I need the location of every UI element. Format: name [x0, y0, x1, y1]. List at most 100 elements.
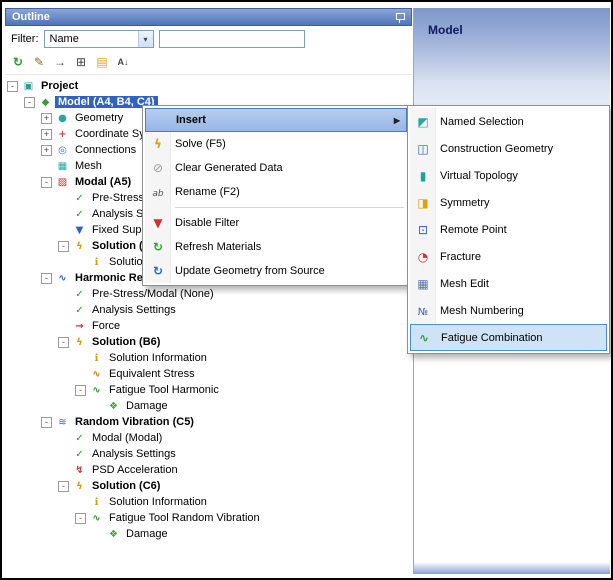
chevron-down-icon[interactable]: ▾ [138, 31, 153, 47]
tree-item-label: Random Vibration (C5) [72, 416, 197, 428]
insert-submenu: Named Selection Construction Geometry Vi… [407, 105, 610, 354]
context-menu-item[interactable]: Rename (F2) ▶ [145, 180, 407, 204]
filter-row: Filter: Name ▾ [5, 26, 412, 51]
submenu-item-label: Virtual Topology [440, 170, 601, 182]
rename-icon [147, 185, 169, 199]
tb-edit-icon[interactable] [30, 53, 48, 71]
tb-refresh-icon[interactable] [9, 53, 27, 71]
mesh-icon [55, 161, 70, 172]
context-menu-item[interactable]: Disable Filter ▶ [145, 211, 407, 235]
tree-item[interactable]: Damage [5, 398, 412, 414]
geometry-icon [55, 113, 70, 124]
check-icon [72, 433, 87, 444]
menu-item-label: Refresh Materials [175, 241, 401, 253]
tree-item-label: Analysis Settings [89, 304, 179, 316]
expander-icon[interactable] [41, 113, 52, 124]
submenu-item[interactable]: Virtual Topology [410, 162, 607, 189]
tree-item[interactable]: Project [5, 78, 412, 94]
submenu-item[interactable]: Fatigue Combination [410, 324, 607, 351]
tree-item[interactable]: Force [5, 318, 412, 334]
tree-item-label: Project [38, 80, 81, 92]
expander-icon[interactable] [7, 81, 18, 92]
coordsys-icon [55, 129, 70, 140]
filter-type-dropdown[interactable]: Name ▾ [44, 30, 154, 48]
tree-item[interactable]: Fatigue Tool Random Vibration [5, 510, 412, 526]
expander-icon[interactable] [58, 241, 69, 252]
named-selection-icon [412, 115, 434, 129]
expander-icon[interactable] [58, 337, 69, 348]
modal-icon [55, 177, 70, 188]
submenu-item-label: Fracture [440, 251, 601, 263]
tb-expand-icon[interactable] [72, 53, 90, 71]
menu-item-label: Clear Generated Data [175, 162, 401, 174]
submenu-item[interactable]: Symmetry [410, 189, 607, 216]
tree-item-label: Force [89, 320, 123, 332]
tree-item-label: Fatigue Tool Harmonic [106, 384, 222, 396]
tb-filter-icon[interactable] [51, 53, 69, 71]
disable-filter-icon [147, 216, 169, 230]
tree-item[interactable]: Fatigue Tool Harmonic [5, 382, 412, 398]
expander-icon[interactable] [41, 129, 52, 140]
context-menu-item[interactable]: Solve (F5) ▶ [145, 132, 407, 156]
psd-icon [72, 465, 87, 476]
expander-icon[interactable] [58, 481, 69, 492]
expander-icon[interactable] [41, 177, 52, 188]
menu-item-label: Solve (F5) [175, 138, 401, 150]
tb-folder-icon[interactable] [93, 53, 111, 71]
connections-icon [55, 145, 70, 156]
filter-text-input[interactable] [159, 30, 305, 48]
pin-icon[interactable] [394, 12, 406, 24]
tree-item[interactable]: Equivalent Stress [5, 366, 412, 382]
tree-item[interactable]: Analysis Settings [5, 302, 412, 318]
submenu-item[interactable]: Named Selection [410, 108, 607, 135]
context-menu-item[interactable]: Insert ▶ [145, 108, 407, 132]
remote-point-icon [412, 223, 434, 237]
submenu-item[interactable]: Fracture [410, 243, 607, 270]
tree-item[interactable]: Analysis Settings [5, 446, 412, 462]
tree-item[interactable]: Random Vibration (C5) [5, 414, 412, 430]
menu-item-label: Rename (F2) [175, 186, 401, 198]
result-icon [89, 369, 104, 380]
tree-item[interactable]: Solution Information [5, 494, 412, 510]
bottom-gradient [414, 562, 610, 574]
harmonic-icon [55, 273, 70, 284]
tree-item[interactable]: Solution (B6) [5, 334, 412, 350]
damage-icon [106, 529, 121, 540]
tree-item[interactable]: Pre-Stress/Modal (None) [5, 286, 412, 302]
check-icon [72, 193, 87, 204]
expander-icon[interactable] [41, 273, 52, 284]
info-icon [89, 257, 104, 268]
context-menu-item[interactable]: Refresh Materials ▶ [145, 235, 407, 259]
submenu-item[interactable]: Construction Geometry [410, 135, 607, 162]
submenu-item[interactable]: Remote Point [410, 216, 607, 243]
tb-sort-icon[interactable] [114, 53, 132, 71]
model-heading: Model [414, 8, 610, 37]
expander-icon[interactable] [75, 513, 86, 524]
tree-item[interactable]: PSD Acceleration [5, 462, 412, 478]
submenu-item[interactable]: Mesh Edit [410, 270, 607, 297]
tree-item[interactable]: Solution Information [5, 350, 412, 366]
submenu-item-label: Named Selection [440, 116, 601, 128]
mechanical-window: Outline Filter: Name ▾ Project [0, 0, 613, 580]
submenu-item[interactable]: Mesh Numbering [410, 297, 607, 324]
context-menu: Insert ▶ Solve (F5) ▶ Clear Generated Da… [142, 105, 410, 286]
context-menu-item[interactable]: Clear Generated Data ▶ [145, 156, 407, 180]
tree-item[interactable]: Solution (C6) [5, 478, 412, 494]
construction-geometry-icon [412, 142, 434, 156]
context-menu-item[interactable]: Update Geometry from Source ▶ [145, 259, 407, 283]
expander-icon[interactable] [41, 417, 52, 428]
menu-separator [175, 207, 404, 208]
fatigue-icon [89, 385, 104, 396]
tree-item-label: Modal (Modal) [89, 432, 165, 444]
outline-title: Outline [12, 11, 50, 23]
model-icon [38, 97, 53, 108]
clear-icon [147, 161, 169, 175]
tree-item-label: Solution Information [106, 496, 210, 508]
expander-icon[interactable] [24, 97, 35, 108]
expander-icon[interactable] [75, 385, 86, 396]
support-icon [72, 225, 87, 236]
tree-item[interactable]: Damage [5, 526, 412, 542]
expander-icon[interactable] [41, 145, 52, 156]
filter-dropdown-value: Name [50, 33, 79, 45]
tree-item[interactable]: Modal (Modal) [5, 430, 412, 446]
